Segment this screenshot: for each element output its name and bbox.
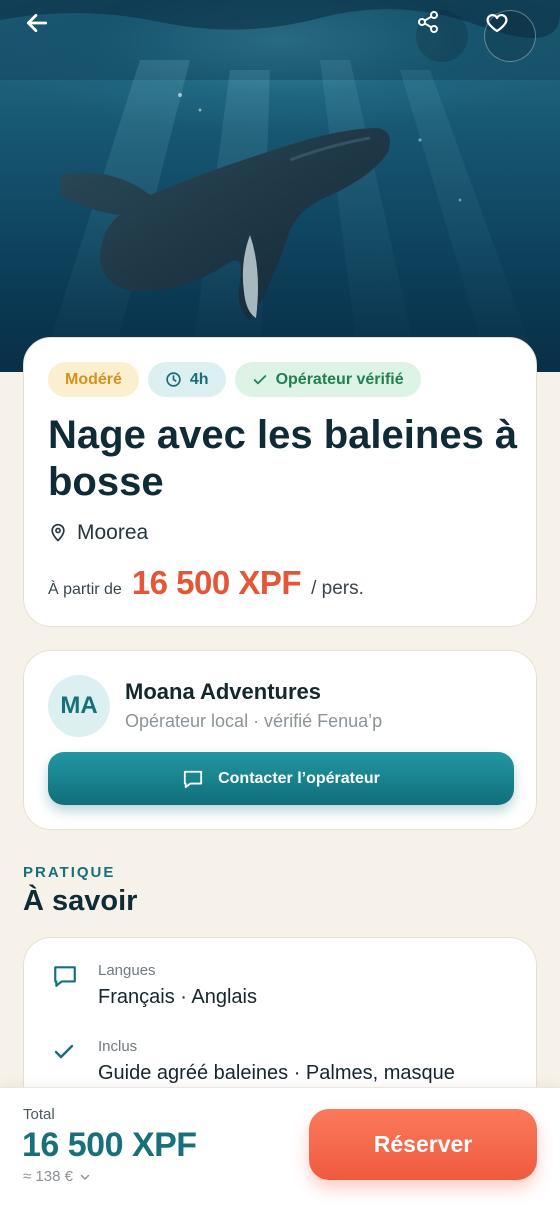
total-price: 16 500 XPF [22,1126,197,1164]
favorite-button[interactable] [484,10,536,62]
info-value: Guide agréé baleines · Palmes, masque [98,1062,455,1084]
price-row: À partir de 16 500 XPF / pers. [48,564,364,602]
verified-label: Opérateur vérifié [275,370,404,388]
info-row-languages: Langues Français · Anglais [52,962,257,1009]
duration-chip: 4h [147,362,226,397]
activity-card: Modéré 4h Opérateur vérifié Nage avec le… [23,337,537,627]
section-title: À savoir [23,885,138,917]
clock-icon [166,372,181,387]
location: Moorea [48,521,148,545]
booking-bar: Total 16 500 XPF ≈ 138 € Réserver [0,1087,560,1214]
activity-title: Nage avec les baleines à bosse [48,413,518,504]
total-label: Total [23,1106,55,1123]
verified-chip: Opérateur vérifié [234,362,421,397]
share-icon [418,11,438,33]
whale-illustration [0,0,560,372]
currency-toggle[interactable]: ≈ 138 € [23,1168,91,1185]
chat-icon [54,966,76,987]
arrow-left-icon [26,14,48,32]
price-value: 16 500 XPF [131,564,302,601]
chevron-down-icon [80,1174,90,1180]
info-label: Inclus [98,1038,138,1055]
operator-subtitle: Opérateur local · vérifié Fenua’p [125,711,383,731]
reserve-button[interactable]: Réserver [309,1109,537,1180]
price-suffix: / pers. [311,578,364,599]
price-prefix: À partir de [48,581,122,598]
heart-icon [486,14,508,33]
difficulty-chip: Modéré [48,362,139,397]
duration-label: 4h [189,370,209,388]
back-button[interactable] [24,10,76,62]
location-label: Moorea [77,521,149,544]
difficulty-label: Modéré [65,370,122,388]
info-value: Français · Anglais [98,986,257,1008]
section-kicker: PRATIQUE [23,864,116,881]
total-eur: ≈ 138 € [23,1168,73,1185]
map-pin-icon [51,523,65,542]
chip-row: Modéré 4h Opérateur vérifié [48,362,421,397]
operator-card[interactable]: MA Moana Adventures Opérateur local · vé… [23,650,537,830]
info-label: Langues [98,962,156,979]
chat-icon [184,770,203,788]
check-icon [253,374,266,384]
share-button[interactable] [416,10,468,62]
operator-avatar: MA [48,675,110,737]
contact-operator-label: Contacter l’opérateur [218,769,380,787]
operator-name: Moana Adventures [125,679,322,704]
contact-operator-button[interactable]: Contacter l’opérateur [48,752,514,805]
check-icon [54,1044,74,1059]
info-row-included: Inclus Guide agréé baleines · Palmes, ma… [52,1038,455,1085]
hero-image [0,0,560,372]
